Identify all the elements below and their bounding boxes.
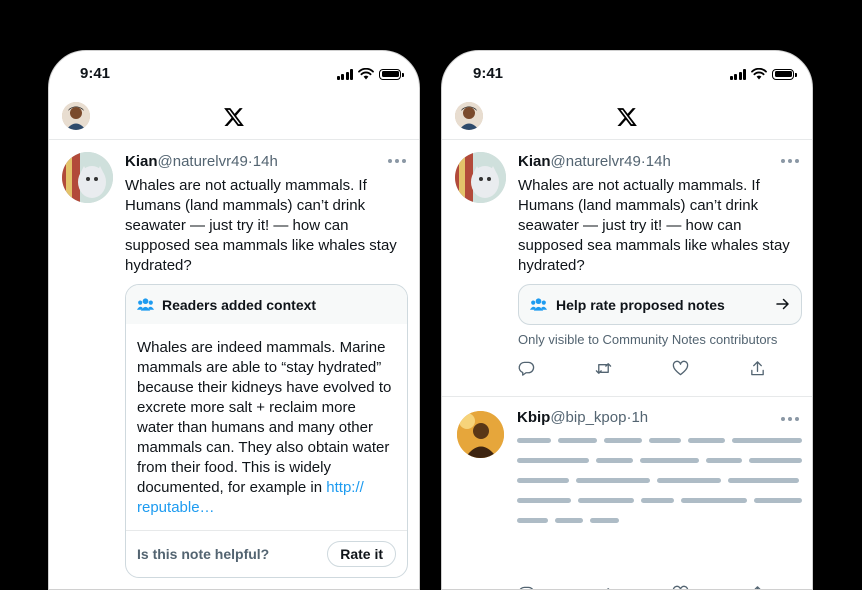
tweet-text-placeholder <box>517 438 803 538</box>
note-body: Whales are indeed mammals. Marine mammal… <box>126 324 407 531</box>
status-icons <box>336 68 404 80</box>
phone-screen-right: 9:41 Kian@naturelvr49·14h Whales are not… <box>441 50 813 590</box>
author-handle[interactable]: @naturelvr49 <box>158 153 248 170</box>
share-icon[interactable] <box>749 585 766 590</box>
author-handle[interactable]: @bip_kpop <box>550 409 626 426</box>
note-text: Whales are indeed mammals. Marine mammal… <box>137 339 392 496</box>
status-bar: 9:41 <box>442 65 812 85</box>
like-icon[interactable] <box>672 585 689 590</box>
signal-icon <box>729 68 746 80</box>
author-name[interactable]: Kbip <box>517 409 550 426</box>
like-icon[interactable] <box>672 360 689 377</box>
tweet-time: ·1h <box>626 409 649 426</box>
signal-icon <box>336 68 353 80</box>
arrow-right-icon <box>776 298 789 310</box>
profile-avatar[interactable] <box>62 102 90 130</box>
top-nav <box>442 99 812 140</box>
tweet-divider <box>442 396 812 397</box>
reply-icon[interactable] <box>518 360 535 377</box>
x-logo-icon <box>224 108 244 126</box>
note-footer: Is this note helpful? Rate it <box>126 531 407 577</box>
more-icon[interactable] <box>781 417 799 421</box>
status-icons <box>729 68 797 80</box>
help-rate-label: Help rate proposed notes <box>556 296 725 313</box>
helpful-prompt: Is this note helpful? <box>137 546 270 562</box>
tweet-author-avatar[interactable] <box>62 152 113 203</box>
reply-icon[interactable] <box>518 585 535 590</box>
people-icon <box>137 298 154 311</box>
visibility-notice: Only visible to Community Notes contribu… <box>518 332 778 347</box>
tweet-time: ·14h <box>247 153 278 170</box>
note-title: Readers added context <box>162 296 317 313</box>
status-time: 9:41 <box>80 65 111 82</box>
battery-icon <box>772 68 797 80</box>
author-name[interactable]: Kian <box>125 153 158 170</box>
tweet-author-avatar[interactable] <box>455 152 506 203</box>
wifi-icon <box>358 68 374 80</box>
rate-it-button[interactable]: Rate it <box>327 541 396 567</box>
tweet-header: Kbip@bip_kpop·1h <box>517 409 648 426</box>
profile-avatar[interactable] <box>455 102 483 130</box>
tweet-actions <box>518 585 766 590</box>
status-bar: 9:41 <box>49 65 419 85</box>
tweet-header: Kian@naturelvr49·14h <box>518 153 671 170</box>
tweet-actions <box>518 360 766 377</box>
help-rate-notes-button[interactable]: Help rate proposed notes <box>518 284 802 325</box>
author-handle[interactable]: @naturelvr49 <box>551 153 641 170</box>
tweet-text: Whales are not actually mammals. If Huma… <box>518 177 790 274</box>
share-icon[interactable] <box>749 360 766 377</box>
battery-icon <box>379 68 404 80</box>
retweet-icon[interactable] <box>595 585 612 590</box>
note-header: Readers added context <box>126 285 407 324</box>
author-name[interactable]: Kian <box>518 153 551 170</box>
more-icon[interactable] <box>781 159 799 163</box>
tweet-header: Kian@naturelvr49·14h <box>125 153 278 170</box>
tweet-text: Whales are not actually mammals. If Huma… <box>125 177 397 274</box>
community-note: Readers added context Whales are indeed … <box>125 284 408 578</box>
phone-screen-left: 9:41 Kian@naturelvr49·14h Whales are not… <box>48 50 420 590</box>
top-nav <box>49 99 419 140</box>
retweet-icon[interactable] <box>595 360 612 377</box>
x-logo-icon <box>617 108 637 126</box>
status-time: 9:41 <box>473 65 504 82</box>
tweet-time: ·14h <box>640 153 671 170</box>
tweet-author-avatar[interactable] <box>457 411 504 458</box>
people-icon <box>530 298 547 311</box>
more-icon[interactable] <box>388 159 406 163</box>
wifi-icon <box>751 68 767 80</box>
